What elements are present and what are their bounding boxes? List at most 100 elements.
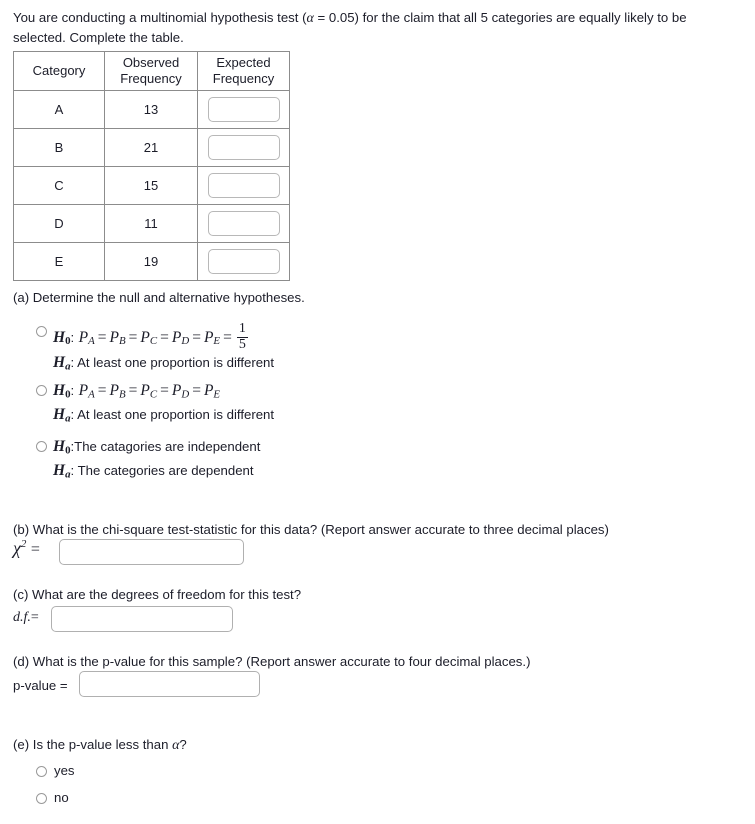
- h-alt-text: : At least one proportion is different: [70, 355, 275, 371]
- chi-exponent: 2: [20, 538, 27, 550]
- answer-option-no[interactable]: no: [36, 790, 69, 805]
- part-a-prompt: (a) Determine the null and alternative h…: [13, 290, 305, 305]
- header-expected-line2: Frequency: [212, 71, 275, 86]
- chi-square-input[interactable]: [59, 539, 244, 565]
- expected-frequency-input-a[interactable]: [207, 97, 280, 122]
- fraction-denominator: 5: [236, 336, 248, 352]
- cell-expected: [197, 204, 290, 243]
- part-d-prompt: (d) What is the p-value for this sample?…: [13, 654, 531, 669]
- label-yes: yes: [54, 763, 75, 778]
- cell-category: A: [13, 90, 105, 129]
- table-row: A 13: [13, 90, 290, 129]
- hypothesis-2-null: H0: PA = PB = PC = PD = PE: [53, 382, 221, 401]
- alpha-symbol: α: [306, 11, 314, 26]
- equals-2: =: [128, 382, 138, 399]
- cell-category: E: [13, 242, 105, 281]
- p-a-symbol: P: [78, 328, 89, 346]
- header-expected-frequency: Expected Frequency: [197, 51, 290, 91]
- p-d-symbol: P: [171, 382, 182, 399]
- h-null-symbol: H: [53, 438, 66, 455]
- p-d-subscript: D: [181, 335, 190, 348]
- part-e-text-after-alpha: ?: [179, 737, 187, 752]
- part-b-prompt: (b) What is the chi-square test-statisti…: [13, 522, 609, 537]
- h-alt-symbol: H: [53, 406, 66, 424]
- radio-button-hypothesis-1[interactable]: [36, 326, 47, 337]
- p-b-symbol: P: [109, 382, 119, 399]
- equals-4: =: [192, 328, 201, 346]
- p-e-subscript: E: [213, 388, 221, 401]
- expected-frequency-input-c[interactable]: [207, 173, 280, 198]
- hypothesis-option-2[interactable]: H0: PA = PB = PC = PD = PE Ha: At least one prop…: [36, 381, 274, 429]
- chi-symbol: χ: [13, 538, 21, 558]
- h-alt-symbol: H: [53, 462, 66, 480]
- expected-frequency-input-e[interactable]: [207, 249, 280, 274]
- p-b-symbol: P: [109, 328, 119, 346]
- p-d-symbol: P: [171, 328, 182, 346]
- header-category: Category: [13, 51, 105, 91]
- h-null-symbol: H: [53, 382, 66, 399]
- cell-observed: 21: [104, 128, 198, 167]
- hypothesis-option-3[interactable]: H0:The catagories are independent Ha: Th…: [36, 437, 260, 485]
- cell-expected: [197, 166, 290, 205]
- p-d-subscript: D: [181, 388, 190, 401]
- cell-expected: [197, 128, 290, 167]
- intro-text-before-alpha: You are conducting a multinomial hypothe…: [13, 10, 307, 25]
- degrees-of-freedom-label: d.f.=: [13, 610, 39, 626]
- equals-4: =: [192, 382, 201, 399]
- header-category-line1: Category: [32, 63, 86, 78]
- equals-2: =: [128, 328, 138, 346]
- expected-frequency-input-b[interactable]: [207, 135, 280, 160]
- p-value-label: p-value =: [13, 678, 68, 693]
- equals-3: =: [160, 328, 169, 346]
- p-b-subscript: B: [118, 335, 126, 348]
- label-no: no: [54, 790, 69, 805]
- worksheet-page: You are conducting a multinomial hypothe…: [0, 0, 755, 824]
- header-observed-line1: Observed: [122, 55, 180, 70]
- table-row: C 15: [13, 166, 290, 205]
- radio-button-hypothesis-2[interactable]: [36, 385, 47, 396]
- cell-observed: 11: [104, 204, 198, 243]
- answer-option-yes[interactable]: yes: [36, 763, 75, 778]
- p-a-symbol: P: [78, 382, 89, 399]
- table-header-row: Category Observed Frequency Expected Fre…: [13, 51, 290, 91]
- h-alt-symbol: H: [53, 354, 66, 372]
- equals-1: =: [97, 328, 107, 346]
- header-observed-line2: Frequency: [120, 71, 182, 86]
- hypothesis-2-alt: Ha: At least one proportion is different: [53, 405, 274, 428]
- df-symbol: d.f.: [13, 610, 31, 625]
- part-e-text-before-alpha: (e) Is the p-value less than: [13, 737, 173, 752]
- chi-equals: =: [30, 541, 40, 558]
- problem-statement: You are conducting a multinomial hypothe…: [13, 8, 725, 47]
- cell-expected: [197, 90, 290, 129]
- hypothesis-3-null: H0:The catagories are independent: [53, 437, 260, 460]
- table-row: D 11: [13, 204, 290, 243]
- cell-category: B: [13, 128, 105, 167]
- part-c-prompt: (c) What are the degrees of freedom for …: [13, 587, 302, 602]
- radio-button-no[interactable]: [36, 793, 47, 804]
- p-value-input[interactable]: [79, 671, 260, 697]
- hypothesis-1-null: H0: PA = PB = PC = PD = PE = 1 5: [53, 321, 248, 352]
- cell-expected: [197, 242, 290, 281]
- p-c-symbol: P: [140, 328, 150, 346]
- p-a-subscript: A: [88, 335, 95, 348]
- p-c-symbol: P: [140, 382, 150, 399]
- table-row: E 19: [13, 242, 290, 281]
- frequency-table: Category Observed Frequency Expected Fre…: [13, 51, 290, 281]
- expected-frequency-input-d[interactable]: [207, 211, 280, 236]
- equals-1: =: [97, 382, 107, 399]
- header-observed-frequency: Observed Frequency: [104, 51, 198, 91]
- hypothesis-option-1[interactable]: H0: PA = PB = PC = PD = PE = 1 5 Ha: At least one p…: [36, 321, 274, 377]
- cell-observed: 13: [104, 90, 198, 129]
- cell-category: D: [13, 204, 105, 243]
- h-null-text: :The catagories are independent: [70, 439, 261, 454]
- part-e-prompt: (e) Is the p-value less than α?: [13, 736, 187, 755]
- hypothesis-3-alt: Ha: The categories are dependent: [53, 461, 260, 484]
- degrees-of-freedom-input[interactable]: [51, 606, 233, 632]
- p-a-subscript: A: [88, 388, 95, 401]
- p-e-symbol: P: [203, 328, 214, 346]
- radio-button-hypothesis-3[interactable]: [36, 441, 47, 452]
- h-alt-text: : At least one proportion is different: [70, 407, 275, 423]
- cell-observed: 19: [104, 242, 198, 281]
- hypothesis-1-alt: Ha: At least one proportion is different: [53, 353, 274, 376]
- radio-button-yes[interactable]: [36, 766, 47, 777]
